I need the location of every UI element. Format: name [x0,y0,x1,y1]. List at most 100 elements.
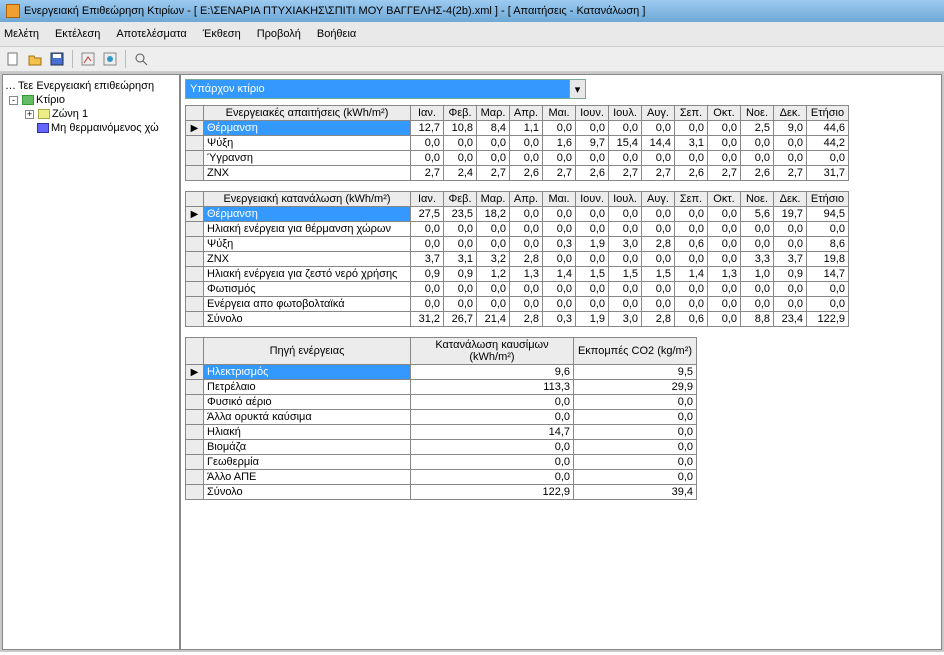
cell[interactable]: 2,7 [609,166,642,181]
cell[interactable]: 0,0 [741,151,774,166]
cell[interactable]: 0,0 [609,252,642,267]
cell[interactable]: 0,0 [510,297,543,312]
cell[interactable]: 2,6 [675,166,708,181]
table-row[interactable]: ▶Ηλεκτρισμός9,69,5 [186,365,697,380]
menu-report[interactable]: Έκθεση [203,28,241,40]
row-label[interactable]: Βιομάζα [204,440,411,455]
tool-button-2[interactable] [101,50,119,68]
cell[interactable]: 10,8 [444,121,477,136]
cell[interactable]: 0,0 [574,455,697,470]
cell[interactable]: 0,0 [477,151,510,166]
cell[interactable]: 0,0 [411,297,444,312]
cell[interactable]: 2,5 [741,121,774,136]
cell[interactable]: 0,0 [411,151,444,166]
cell[interactable]: 0,0 [675,121,708,136]
cell[interactable]: 0,0 [675,151,708,166]
annual-header[interactable]: Ετήσιο [807,106,849,121]
cell[interactable]: 0,0 [708,121,741,136]
month-header[interactable]: Μαι. [543,192,576,207]
tree-zone[interactable]: + Ζώνη 1 [5,107,177,121]
cell[interactable]: 0,0 [642,151,675,166]
row-indicator[interactable] [186,222,204,237]
cell[interactable]: 0,0 [543,282,576,297]
cell[interactable]: 2,8 [642,237,675,252]
cell[interactable]: 0,0 [774,222,807,237]
table-row[interactable]: Ψύξη0,00,00,00,00,31,93,02,80,60,00,00,0… [186,237,849,252]
cell[interactable]: 44,6 [807,121,849,136]
cell[interactable]: 0,0 [708,222,741,237]
cell[interactable]: 2,7 [774,166,807,181]
cell[interactable]: 1,9 [576,237,609,252]
cell[interactable]: 0,0 [543,252,576,267]
row-indicator[interactable] [186,380,204,395]
menu-help[interactable]: Βοήθεια [317,28,356,40]
cell[interactable]: 0,0 [510,237,543,252]
cell[interactable]: 0,0 [411,282,444,297]
cell[interactable]: 0,0 [708,297,741,312]
energy-demand-table[interactable]: Ενεργειακές απαιτήσεις (kWh/m²)Ιαν.Φεβ.Μ… [185,105,849,181]
annual-header[interactable]: Ετήσιο [807,192,849,207]
chevron-down-icon[interactable]: ▾ [569,80,585,98]
cell[interactable]: 3,0 [609,312,642,327]
cell[interactable]: 0,0 [642,252,675,267]
table-row[interactable]: Ηλιακή ενέργεια για ζεστό νερό χρήσης0,9… [186,267,849,282]
cell[interactable]: 18,2 [477,207,510,222]
cell[interactable]: 21,4 [477,312,510,327]
month-header[interactable]: Οκτ. [708,192,741,207]
cell[interactable]: 1,0 [741,267,774,282]
cell[interactable]: 1,6 [543,136,576,151]
cell[interactable]: 0,0 [807,282,849,297]
cell[interactable]: 0,0 [774,151,807,166]
cell[interactable]: 0,0 [708,252,741,267]
row-indicator[interactable] [186,237,204,252]
cell[interactable]: 19,8 [807,252,849,267]
cell[interactable]: 2,6 [741,166,774,181]
cell[interactable]: 0,0 [642,222,675,237]
month-header[interactable]: Μαρ. [477,106,510,121]
cell[interactable]: 9,0 [774,121,807,136]
energy-consumption-table[interactable]: Ενεργειακή κατανάλωση (kWh/m²)Ιαν.Φεβ.Μα… [185,191,849,327]
cell[interactable]: 0,0 [576,121,609,136]
cell[interactable]: 39,4 [574,485,697,500]
row-indicator[interactable] [186,410,204,425]
cell[interactable]: 23,4 [774,312,807,327]
cell[interactable]: 1,2 [477,267,510,282]
row-indicator[interactable] [186,455,204,470]
cell[interactable]: 0,0 [411,136,444,151]
row-indicator[interactable]: ▶ [186,365,204,380]
cell[interactable]: 0,6 [675,237,708,252]
table-row[interactable]: ZNX3,73,13,22,80,00,00,00,00,00,03,33,71… [186,252,849,267]
row-indicator[interactable] [186,395,204,410]
cell[interactable]: 1,9 [576,312,609,327]
new-file-button[interactable] [4,50,22,68]
table-row[interactable]: Ύγρανση0,00,00,00,00,00,00,00,00,00,00,0… [186,151,849,166]
month-header[interactable]: Δεκ. [774,192,807,207]
cell[interactable]: 0,0 [444,282,477,297]
cell[interactable]: 1,5 [609,267,642,282]
cell[interactable]: 19,7 [774,207,807,222]
open-file-button[interactable] [26,50,44,68]
cell[interactable]: 0,0 [543,207,576,222]
month-header[interactable]: Ιαν. [411,192,444,207]
row-label[interactable]: Άλλο ΑΠΕ [204,470,411,485]
row-indicator[interactable] [186,425,204,440]
cell[interactable]: 0,0 [510,136,543,151]
cell[interactable]: 0,0 [574,440,697,455]
cell[interactable]: 0,0 [609,151,642,166]
col-header[interactable]: Κατανάλωση καυσίμων (kWh/m²) [411,338,574,365]
cell[interactable]: 2,6 [576,166,609,181]
cell[interactable]: 122,9 [411,485,574,500]
cell[interactable]: 0,0 [543,222,576,237]
row-indicator[interactable]: ▶ [186,121,204,136]
cell[interactable]: 0,0 [543,121,576,136]
cell[interactable]: 0,0 [807,151,849,166]
row-label[interactable]: Θέρμανση [204,207,411,222]
cell[interactable]: 0,0 [642,297,675,312]
cell[interactable]: 2,7 [477,166,510,181]
row-label[interactable]: Πετρέλαιο [204,380,411,395]
cell[interactable]: 2,8 [510,252,543,267]
col-header[interactable]: Εκπομπές CO2 (kg/m²) [574,338,697,365]
table-row[interactable]: Σύνολο122,939,4 [186,485,697,500]
table-header[interactable]: Ενεργειακή κατανάλωση (kWh/m²) [204,192,411,207]
row-label[interactable]: Ηλιακή ενέργεια για θέρμανση χώρων [204,222,411,237]
